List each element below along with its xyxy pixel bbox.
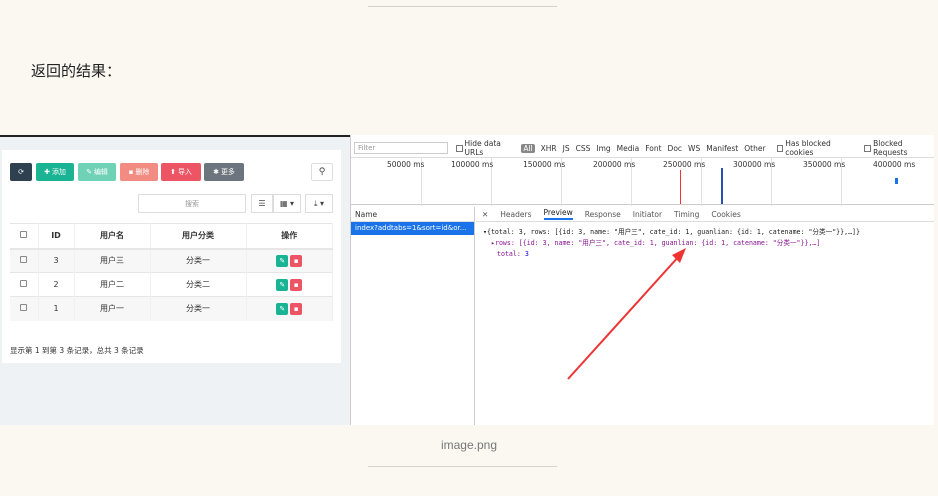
- bottom-divider: [368, 466, 557, 467]
- top-divider: [368, 6, 557, 7]
- image-caption: image.png: [440, 438, 498, 452]
- screenshot-image: ⟳ ✚ 添加 ✎ 编辑 ▪ 删除 ⬆ 导入 ✱ 更多 ⚲ 搜索 ☰ ▦ ▾ ⤓ ▾ ID …: [0, 135, 934, 425]
- result-heading: 返回的结果：: [31, 62, 122, 80]
- red-arrow-annotation: [567, 248, 686, 380]
